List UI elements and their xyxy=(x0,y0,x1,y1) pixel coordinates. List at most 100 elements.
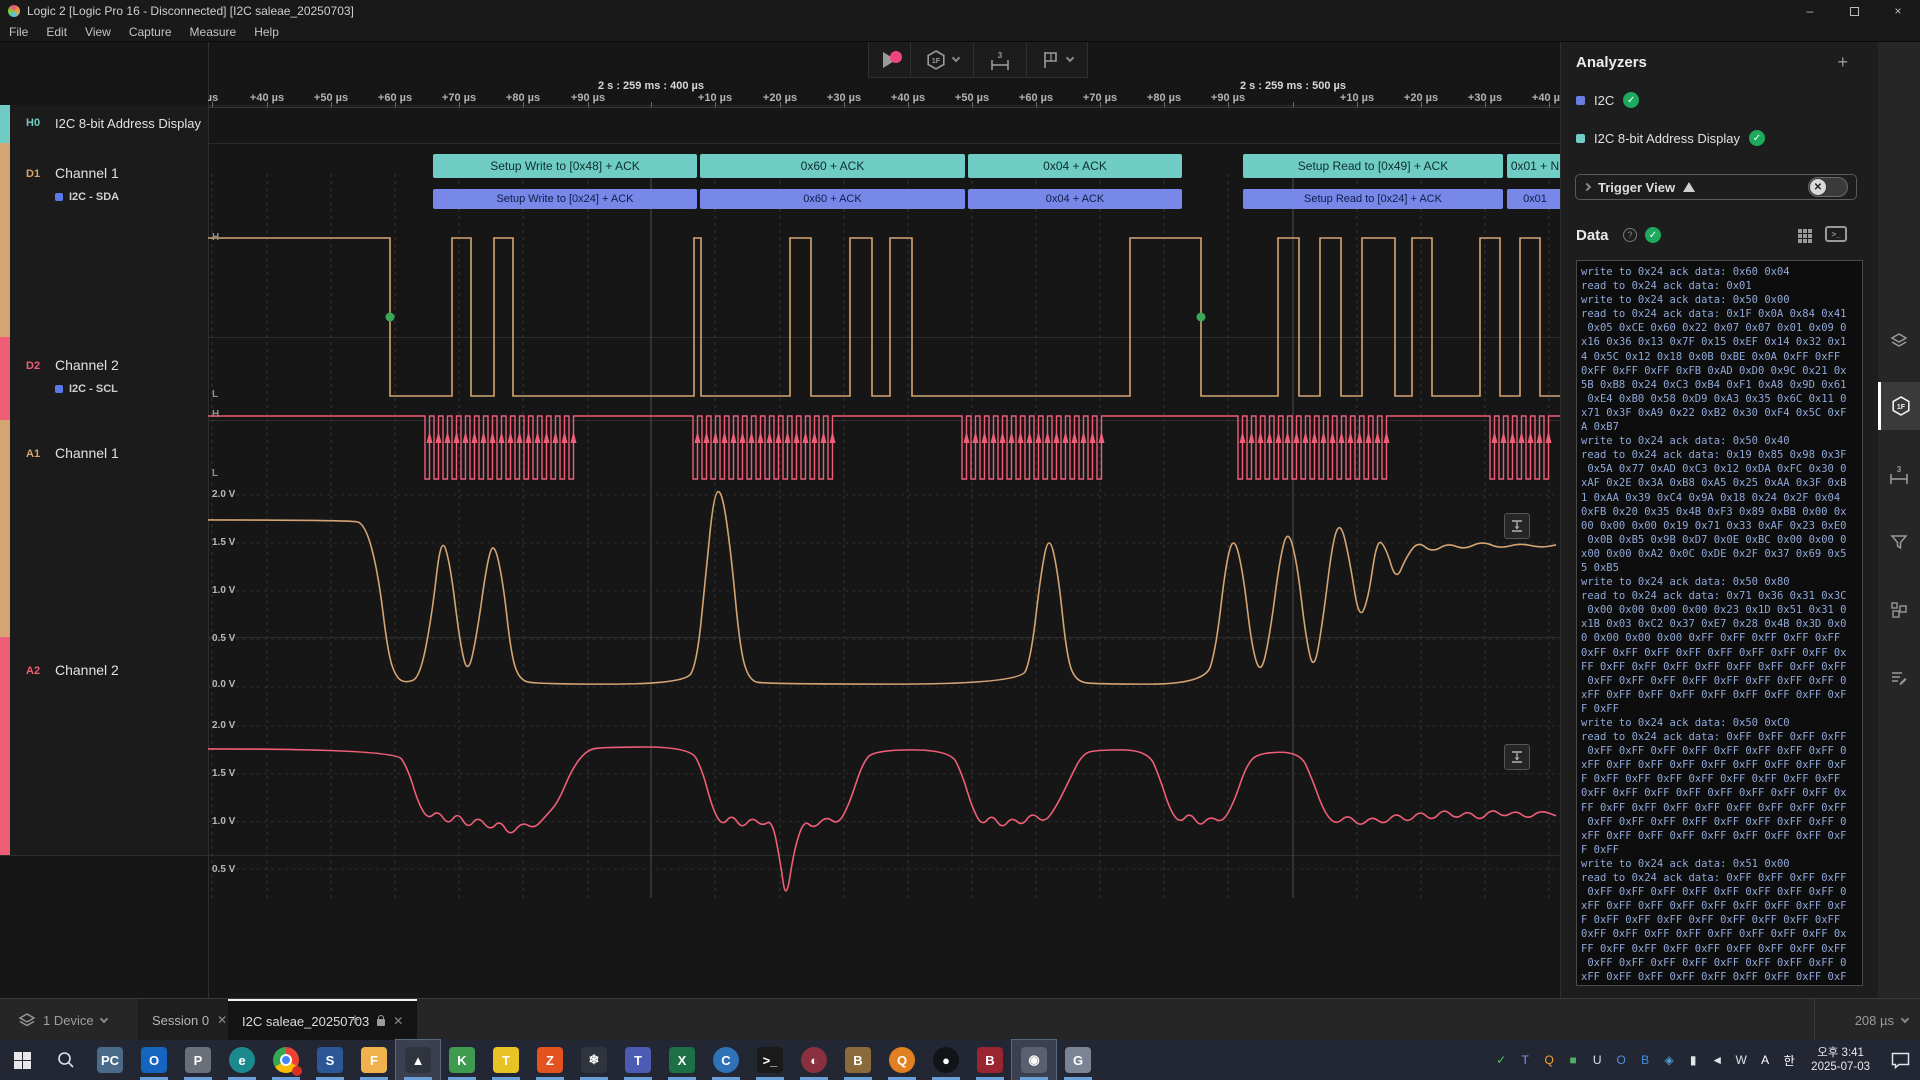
tray-color-square-icon[interactable]: ■ xyxy=(1561,1040,1585,1080)
taskbar-app-compass-browser[interactable]: C xyxy=(704,1040,748,1080)
devices-icon[interactable] xyxy=(1878,316,1920,364)
channel-row-a2[interactable]: A2 Channel 2 xyxy=(0,637,208,855)
analyzer-item-i2c[interactable]: I2C ✓ xyxy=(1576,92,1639,108)
channel-row-d1[interactable]: D1 Channel 1 I2C - SDA xyxy=(0,143,208,337)
taskbar-app-outlook[interactable]: O xyxy=(132,1040,176,1080)
taskbar-app-firebird[interactable]: Z xyxy=(528,1040,572,1080)
channel-row-a1[interactable]: A1 Channel 1 xyxy=(0,420,208,637)
start-button[interactable] xyxy=(0,1040,44,1080)
extensions-icon[interactable] xyxy=(1878,586,1920,634)
taskbar-app-edge[interactable]: e xyxy=(220,1040,264,1080)
tray-ime-latin-icon[interactable]: A xyxy=(1753,1040,1777,1080)
device-config-button[interactable]: 1F xyxy=(911,42,974,77)
i2c-annotation[interactable]: 0x01 xyxy=(1507,189,1560,209)
filter-icon[interactable] xyxy=(1878,518,1920,566)
new-tab-button[interactable]: + xyxy=(350,999,360,1041)
tray-ime-hangul-icon[interactable]: 한 xyxy=(1777,1040,1801,1080)
tab-session-0[interactable]: Session 0 ✕ xyxy=(138,999,241,1041)
taskbar-app-black-circle-app[interactable]: ● xyxy=(924,1040,968,1080)
i2c-annotation[interactable]: Setup Read to [0x24] + ACK xyxy=(1243,189,1503,209)
measure-tool-button[interactable]: 3 xyxy=(974,42,1027,77)
tray-outlook-tray-icon[interactable]: O xyxy=(1609,1040,1633,1080)
trigger-view-row[interactable]: Trigger View ✕ xyxy=(1575,174,1857,200)
notes-icon[interactable] xyxy=(1878,654,1920,702)
taskbar-app-spray-app[interactable]: G xyxy=(1056,1040,1100,1080)
start-capture-button[interactable] xyxy=(869,42,911,77)
minimize-button[interactable]: – xyxy=(1788,0,1832,22)
notification-center-button[interactable] xyxy=(1880,1040,1920,1080)
sda-digital-waveform[interactable] xyxy=(208,209,1560,403)
taskbar-clock[interactable]: 오후 3:41 2025-07-03 xyxy=(1801,1046,1880,1074)
menu-item-capture[interactable]: Capture xyxy=(120,22,181,42)
tray-wifi-icon[interactable]: W xyxy=(1729,1040,1753,1080)
taskbar-app-snowflake-tool[interactable]: ❄ xyxy=(572,1040,616,1080)
device-selector[interactable]: 1 Device xyxy=(18,999,107,1041)
tray-usb-icon[interactable]: U xyxy=(1585,1040,1609,1080)
waveform-area[interactable]: Setup Write to [0x48] + ACK0x60 + ACK0x0… xyxy=(208,108,1560,898)
channel-row-d2[interactable]: D2 Channel 2 I2C - SCL xyxy=(0,337,208,420)
tray-power-plug-icon[interactable]: ▮ xyxy=(1681,1040,1705,1080)
taskbar-app-print-utility[interactable]: P xyxy=(176,1040,220,1080)
analyzer-item-i2c-8bit[interactable]: I2C 8-bit Address Display ✓ xyxy=(1576,130,1765,146)
i2c-annotation[interactable]: Setup Write to [0x24] + ACK xyxy=(433,189,697,209)
a1-measure-button[interactable] xyxy=(1504,513,1530,539)
tray-teams-tray-icon[interactable]: T xyxy=(1513,1040,1537,1080)
tray-search-tray-icon[interactable]: Q xyxy=(1537,1040,1561,1080)
tab-i2c-saleae[interactable]: I2C saleae_20250703 ✕ xyxy=(228,999,417,1041)
close-icon[interactable]: ✕ xyxy=(217,1013,227,1027)
i2c-8bit-annotation[interactable]: 0x04 + ACK xyxy=(968,154,1182,178)
i2c-8bit-annotation[interactable]: Setup Write to [0x48] + ACK xyxy=(433,154,697,178)
taskbar-app-search-orange[interactable]: Q xyxy=(880,1040,924,1080)
taskbar-app-camera-capture[interactable]: ◉ xyxy=(1012,1040,1056,1080)
i2c-8bit-annotation[interactable]: 0x60 + ACK xyxy=(700,154,965,178)
i2c-annotation[interactable]: 0x60 + ACK xyxy=(700,189,965,209)
scl-digital-waveform[interactable] xyxy=(208,403,1560,486)
channel-row-h0[interactable]: H0 I2C 8-bit Address Display xyxy=(0,105,208,143)
tray-speaker-icon[interactable]: ◄ xyxy=(1705,1040,1729,1080)
menu-item-view[interactable]: View xyxy=(76,22,120,42)
taskbar-app-excel[interactable]: X xyxy=(660,1040,704,1080)
time-ruler[interactable]: µs+40 µs+50 µs+60 µs+70 µs+80 µs+90 µs+1… xyxy=(208,80,1560,108)
close-button[interactable]: × xyxy=(1876,0,1920,22)
annotations-button[interactable] xyxy=(1027,42,1087,77)
close-icon[interactable]: ✕ xyxy=(393,1014,403,1028)
tray-security-shield-icon[interactable]: ◈ xyxy=(1657,1040,1681,1080)
taskbar-app-kayak-app[interactable]: K xyxy=(440,1040,484,1080)
analog-waveform-ch2[interactable] xyxy=(208,703,1560,898)
taskbar-app-half-circle-app[interactable]: ◐ xyxy=(792,1040,836,1080)
analog-waveform-ch1[interactable] xyxy=(208,486,1560,703)
taskbar-app-red-book[interactable]: B xyxy=(968,1040,1012,1080)
taskbar-app-file-explorer[interactable]: F xyxy=(352,1040,396,1080)
i2c-annotation[interactable]: 0x04 + ACK xyxy=(968,189,1182,209)
check-icon[interactable]: ✓ xyxy=(1645,227,1661,243)
terminal-view-icon[interactable]: >_ xyxy=(1825,226,1847,242)
taskbar-search-button[interactable] xyxy=(44,1040,88,1080)
taskbar-app-save-tool[interactable]: S xyxy=(308,1040,352,1080)
trigger-view-toggle[interactable]: ✕ xyxy=(1808,177,1848,197)
menu-item-file[interactable]: File xyxy=(0,22,37,42)
add-analyzer-button[interactable]: + xyxy=(1837,52,1848,73)
capture-settings-icon[interactable]: 1F xyxy=(1878,382,1920,430)
taskbar-app-triangle-tool[interactable]: ▲ xyxy=(396,1040,440,1080)
menu-item-measure[interactable]: Measure xyxy=(181,22,246,42)
tray-bluetooth-icon[interactable]: B xyxy=(1633,1040,1657,1080)
table-view-icon[interactable] xyxy=(1797,228,1813,244)
taskbar-app-chrome[interactable] xyxy=(264,1040,308,1080)
measurements-icon[interactable]: 3 xyxy=(1878,450,1920,498)
taskbar-app-t-terminal[interactable]: T xyxy=(484,1040,528,1080)
help-icon[interactable]: ? xyxy=(1623,228,1637,242)
menu-item-help[interactable]: Help xyxy=(245,22,288,42)
maximize-button[interactable] xyxy=(1832,0,1876,22)
check-icon[interactable]: ✓ xyxy=(1623,92,1639,108)
timeline-zoom-control[interactable]: 208 µs xyxy=(1814,999,1908,1041)
i2c-8bit-annotation[interactable]: 0x01 + N xyxy=(1507,154,1560,178)
taskbar-app-my-computer[interactable]: PC xyxy=(88,1040,132,1080)
taskbar-app-copper-app[interactable]: B xyxy=(836,1040,880,1080)
i2c-8bit-annotation[interactable]: Setup Read to [0x49] + ACK xyxy=(1243,154,1503,178)
menu-item-edit[interactable]: Edit xyxy=(37,22,76,42)
a2-measure-button[interactable] xyxy=(1504,744,1530,770)
taskbar-app-teams[interactable]: T xyxy=(616,1040,660,1080)
taskbar-app-cmd[interactable]: >_ xyxy=(748,1040,792,1080)
tray-green-check-icon[interactable]: ✓ xyxy=(1489,1040,1513,1080)
check-icon[interactable]: ✓ xyxy=(1749,130,1765,146)
